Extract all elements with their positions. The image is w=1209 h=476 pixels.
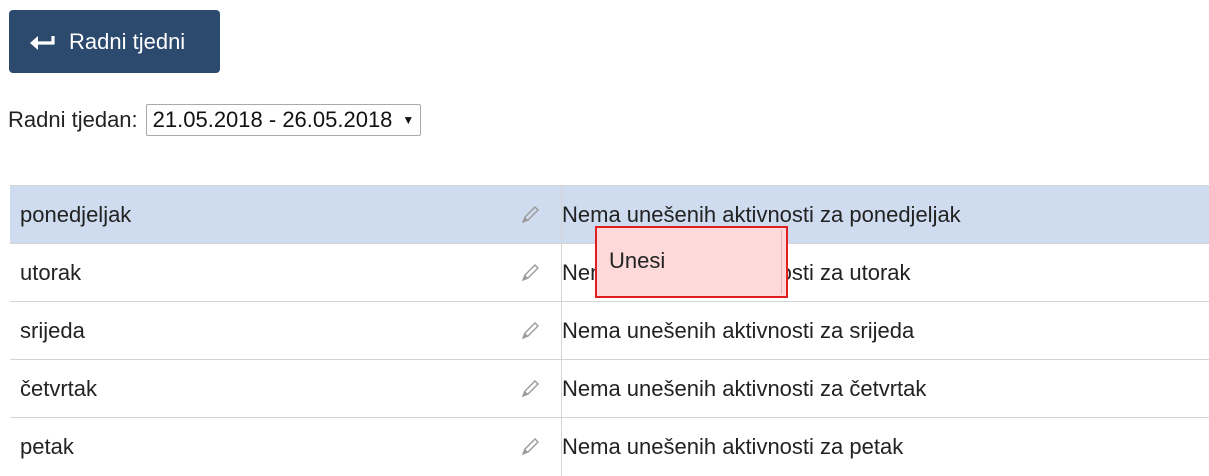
- menu-divider: [781, 230, 782, 294]
- day-cell: utorak: [10, 244, 562, 302]
- day-label: četvrtak: [10, 376, 97, 401]
- week-selector-label: Radni tjedan:: [8, 107, 138, 133]
- activity-cell: Nema unešenih aktivnosti za petak: [562, 418, 1209, 476]
- day-cell: petak: [10, 418, 562, 476]
- week-select-value: 21.05.2018 - 26.05.2018: [153, 107, 393, 133]
- back-button-label: Radni tjedni: [69, 29, 185, 55]
- day-label: petak: [10, 434, 74, 459]
- table-row: srijeda Nema unešenih aktivnosti za srij…: [10, 302, 1209, 360]
- pencil-icon[interactable]: [519, 436, 541, 458]
- table-row: petak Nema unešenih aktivnosti za petak: [10, 418, 1209, 476]
- unesi-menu-item[interactable]: Unesi: [609, 248, 665, 274]
- pencil-icon[interactable]: [519, 320, 541, 342]
- activity-cell: Nema unešenih aktivnosti za srijeda: [562, 302, 1209, 360]
- week-select-dropdown[interactable]: 21.05.2018 - 26.05.2018 ▼: [146, 104, 422, 136]
- day-label: ponedjeljak: [10, 202, 131, 227]
- activity-cell: Nema unešenih aktivnosti za četvrtak: [562, 360, 1209, 418]
- return-arrow-icon: [29, 32, 55, 52]
- day-label: srijeda: [10, 318, 85, 343]
- day-cell: četvrtak: [10, 360, 562, 418]
- unesi-context-menu: Unesi: [595, 226, 788, 298]
- pencil-icon[interactable]: [519, 262, 541, 284]
- day-cell: srijeda: [10, 302, 562, 360]
- back-to-weeks-button[interactable]: Radni tjedni: [9, 10, 220, 73]
- table-row: četvrtak Nema unešenih aktivnosti za čet…: [10, 360, 1209, 418]
- chevron-down-icon: ▼: [402, 113, 414, 127]
- pencil-icon[interactable]: [519, 204, 541, 226]
- day-cell: ponedjeljak: [10, 186, 562, 244]
- week-selector-row: Radni tjedan: 21.05.2018 - 26.05.2018 ▼: [8, 104, 421, 136]
- day-label: utorak: [10, 260, 81, 285]
- pencil-icon[interactable]: [519, 378, 541, 400]
